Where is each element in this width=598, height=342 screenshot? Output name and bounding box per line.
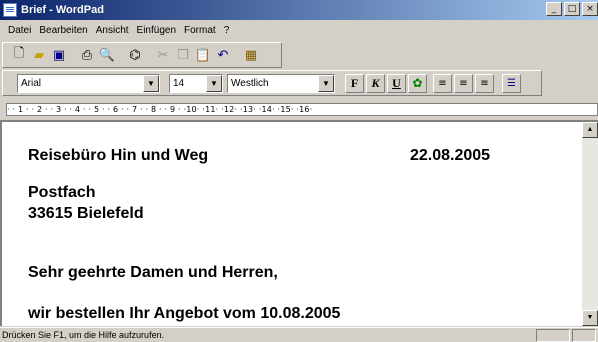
font-name-select[interactable]: Arial ▼ [17, 73, 160, 93]
window-title: Brief - WordPad [21, 4, 104, 16]
paste-icon[interactable]: 📋 [193, 45, 213, 65]
document-area[interactable]: Reisebüro Hin und Weg 22.08.2005 Postfac… [0, 120, 598, 326]
underline-label: U [392, 75, 401, 90]
close-button[interactable]: × [582, 2, 598, 16]
vertical-scrollbar[interactable]: ▲ ▼ [582, 122, 598, 326]
font-size-value: 14 [173, 77, 185, 89]
save-disk-icon[interactable]: ▣ [49, 45, 69, 65]
color-icon[interactable]: ✿ [408, 73, 427, 93]
font-size-select[interactable]: 14 ▼ [169, 73, 223, 93]
address-line-1: Postfach [28, 184, 96, 201]
status-bar: Drücken Sie F1, um die Hilfe aufzurufen. [0, 327, 598, 342]
cut-icon[interactable]: ✂ [153, 45, 173, 65]
address-line-2: 33615 Bielefeld [28, 205, 144, 222]
undo-icon[interactable]: ↶ [213, 45, 233, 65]
menu-ansicht[interactable]: Ansicht [92, 25, 133, 36]
italic-button[interactable]: K [366, 73, 385, 93]
minimize-button[interactable]: _ [546, 2, 562, 16]
status-panel [572, 329, 596, 342]
sender-line: Reisebüro Hin und Weg [28, 147, 209, 164]
maximize-button[interactable]: □ [564, 2, 580, 16]
chevron-down-icon[interactable]: ▼ [143, 74, 159, 92]
find-binoculars-icon[interactable]: ⌬ [125, 45, 145, 65]
italic-label: K [371, 75, 380, 90]
insert-datetime-icon[interactable]: ▦ [241, 45, 261, 65]
underline-button[interactable]: U [387, 73, 406, 93]
menu-bearbeiten[interactable]: Bearbeiten [35, 25, 91, 36]
script-select[interactable]: Westlich ▼ [227, 73, 335, 93]
wordpad-app-icon[interactable] [3, 3, 17, 17]
chevron-down-icon[interactable]: ▼ [318, 74, 334, 92]
body-line-1: wir bestellen Ihr Angebot vom 10.08.2005 [28, 305, 341, 322]
ruler[interactable]: · · 1 · · 2 · · 3 · · 4 · · 5 · · 6 · · … [6, 100, 598, 118]
menu-einfuegen[interactable]: Einfügen [133, 25, 180, 36]
bold-button[interactable]: F [345, 73, 364, 93]
new-document-icon[interactable]: 🗋 [9, 45, 29, 65]
bullets-icon[interactable]: ☰ [502, 73, 521, 93]
status-hint: Drücken Sie F1, um die Hilfe aufzurufen. [2, 330, 165, 340]
align-center-icon[interactable]: ≡ [454, 73, 473, 93]
menu-bar: Datei Bearbeiten Ansicht Einfügen Format… [0, 21, 598, 39]
print-preview-icon[interactable]: 🔍 [97, 45, 117, 65]
menu-datei[interactable]: Datei [4, 25, 35, 36]
scroll-up-icon[interactable]: ▲ [582, 122, 598, 138]
menu-help[interactable]: ? [220, 25, 234, 36]
menu-format[interactable]: Format [180, 25, 220, 36]
script-value: Westlich [231, 77, 269, 89]
bold-label: F [350, 75, 359, 90]
open-folder-icon[interactable]: ▰ [29, 45, 49, 65]
copy-icon[interactable]: ❐ [173, 45, 193, 65]
scroll-down-icon[interactable]: ▼ [582, 310, 598, 326]
letter-date: 22.08.2005 [410, 147, 491, 164]
status-panel [536, 329, 570, 342]
align-right-icon[interactable]: ≡ [475, 73, 494, 93]
font-name-value: Arial [21, 77, 42, 89]
standard-toolbar: 🗋 ▰ ▣ ⎙ 🔍 ⌬ ✂ ❐ 📋 ↶ ▦ [2, 42, 282, 68]
print-icon[interactable]: ⎙ [77, 45, 97, 65]
title-bar[interactable]: Brief - WordPad _ □ × [0, 0, 598, 20]
align-left-icon[interactable]: ≡ [433, 73, 452, 93]
greeting-line: Sehr geehrte Damen und Herren, [28, 264, 278, 281]
chevron-down-icon[interactable]: ▼ [206, 74, 222, 92]
format-toolbar: Arial ▼ 14 ▼ Westlich ▼ F K U ✿ ≡ ≡ ≡ ☰ [2, 70, 542, 96]
ruler-scale: · · 1 · · 2 · · 3 · · 4 · · 5 · · 6 · · … [6, 103, 598, 116]
